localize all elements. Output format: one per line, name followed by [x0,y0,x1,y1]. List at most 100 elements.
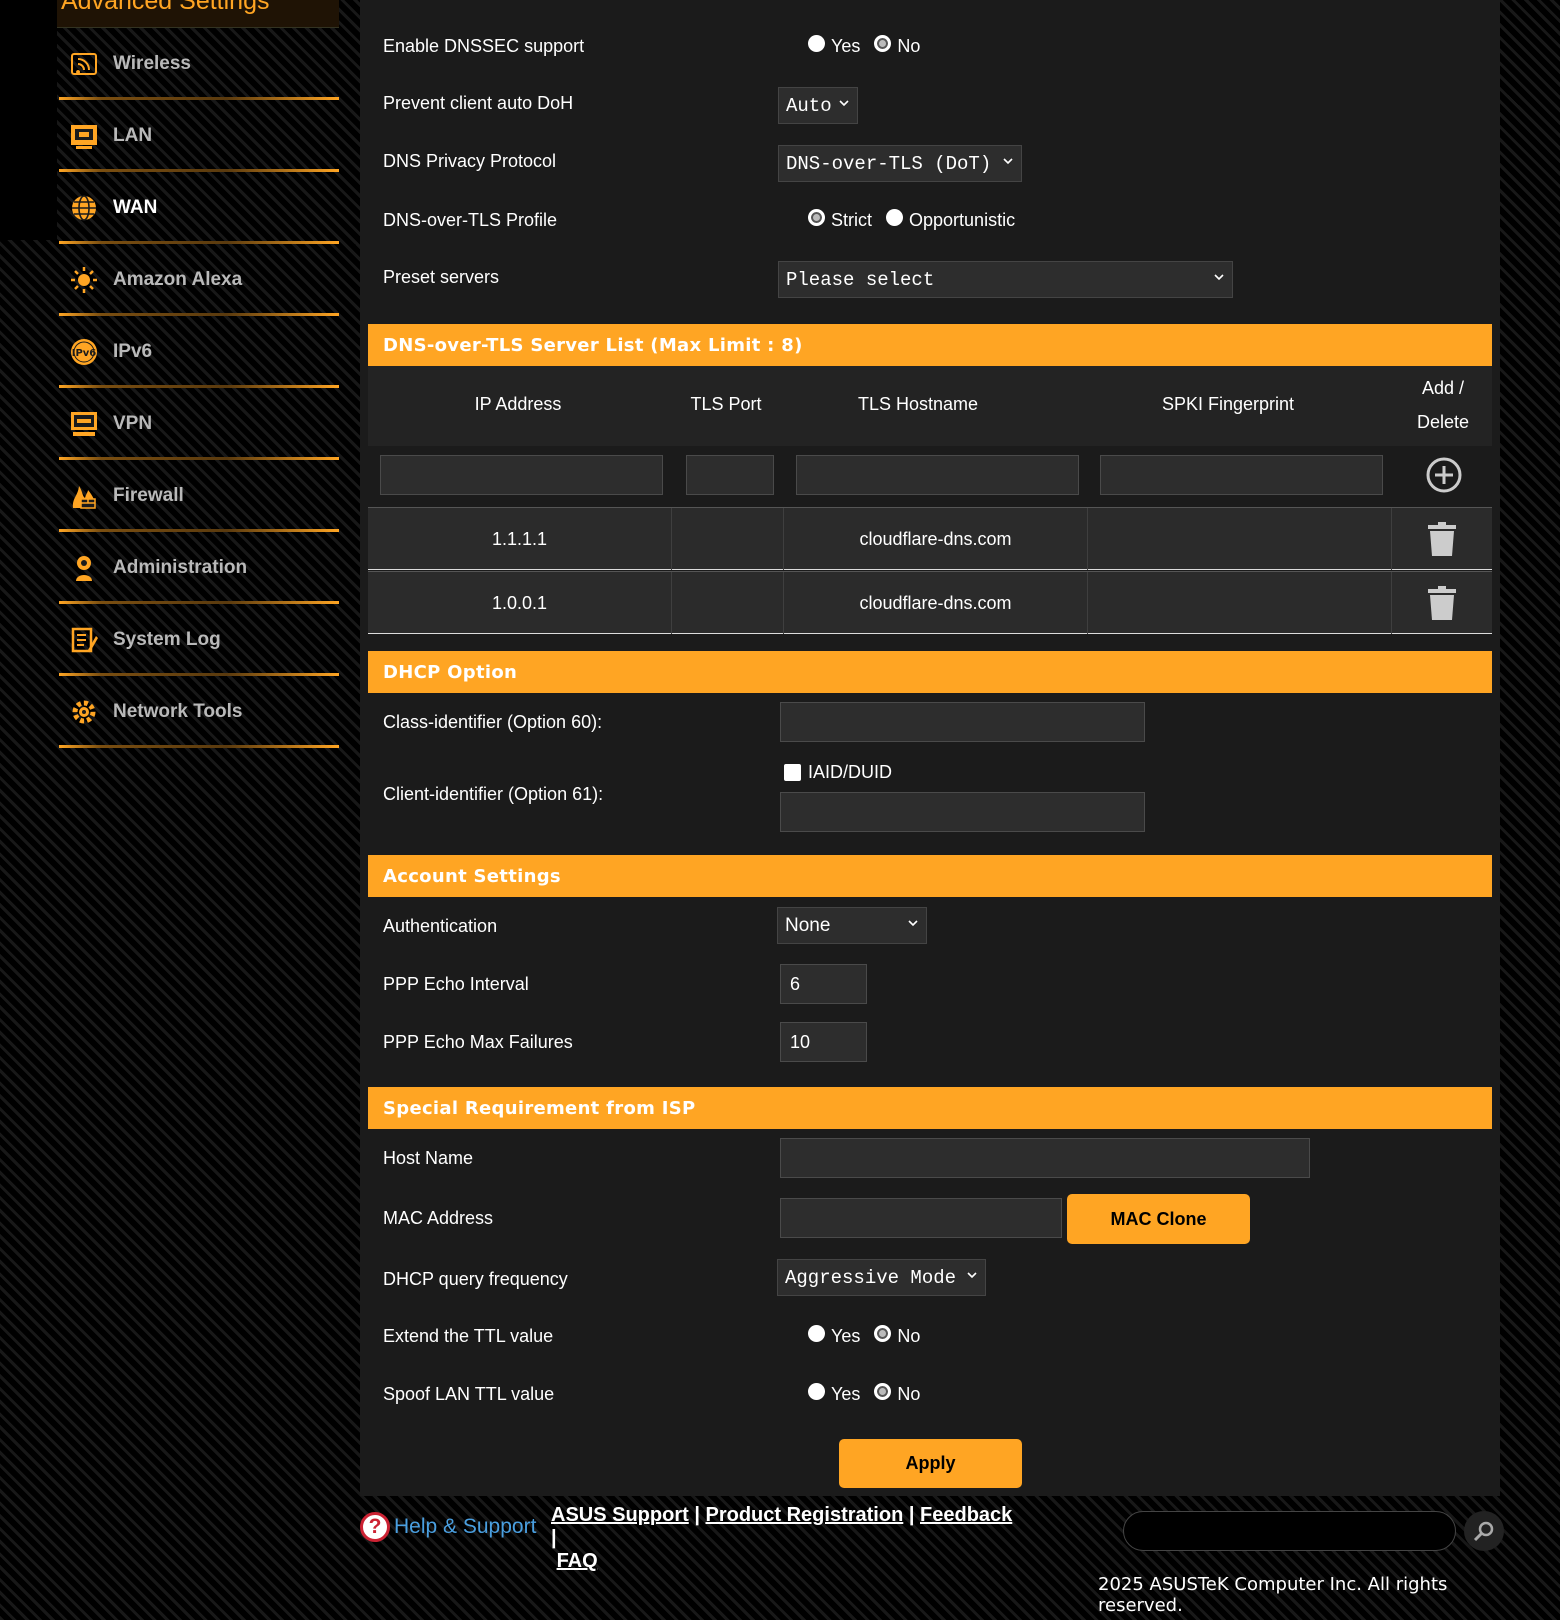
ppp-echo-max-failures-input[interactable]: 10 [780,1022,867,1062]
mac-clone-button[interactable]: MAC Clone [1067,1194,1250,1244]
asus-support-link[interactable]: ASUS Support [551,1504,689,1526]
extend-ttl-no-label: No [897,1326,921,1346]
new-spki-input[interactable] [1100,455,1383,495]
chevron-down-icon [1214,274,1224,281]
cell-spki [1088,508,1392,570]
account-settings-header: Account Settings [368,855,1492,897]
iaid-duid-option: IAID/DUID [784,762,892,783]
dnssec-yes-label: Yes [831,36,861,56]
preset-servers-select[interactable]: Please select [778,261,1233,298]
ppp-echo-interval-label: PPP Echo Interval [383,974,529,994]
help-and-support[interactable]: ? Help & Support [360,1512,536,1542]
opportunistic-radio[interactable] [886,209,904,226]
col-delete: Delete [1416,412,1470,432]
footer: ? Help & Support ASUS Support | Product … [360,1496,1504,1620]
apply-button[interactable]: Apply [839,1439,1022,1488]
cell-spki [1088,572,1392,634]
cell-port [672,572,784,634]
dnssec-no-radio[interactable] [874,35,892,52]
trash-icon [1428,522,1456,556]
help-support-link[interactable]: Help & Support [394,1515,536,1539]
spoof-ttl-no-radio[interactable] [874,1383,892,1400]
authentication-select[interactable]: None [777,907,927,944]
sidebar-item-network-tools[interactable]: Network Tools [57,676,339,748]
dnssec-yes-radio[interactable] [808,35,825,52]
doh-label: Prevent client auto DoH [383,93,574,113]
new-ip-input[interactable] [380,455,663,495]
cell-hostname: cloudflare-dns.com [784,572,1088,634]
table-row: 1.1.1.1 cloudflare-dns.com [368,507,1492,570]
dhcp-query-frequency-select[interactable]: Aggressive Mode [777,1259,986,1296]
iaid-duid-checkbox[interactable] [784,764,801,781]
mac-address-input[interactable] [780,1198,1062,1238]
sidebar-item-amazon-alexa[interactable]: Amazon Alexa [57,244,339,316]
privacy-select[interactable]: DNS-over-TLS (DoT) [778,145,1022,182]
extend-ttl-yes-label: Yes [831,1326,861,1346]
feedback-link[interactable]: Feedback [920,1504,1012,1526]
plus-circle-icon [1426,457,1462,493]
spoof-ttl-yes-radio[interactable] [808,1383,825,1400]
spoof-ttl-yes-label: Yes [831,1384,861,1404]
search-input[interactable] [1123,1511,1456,1551]
new-hostname-input[interactable] [796,455,1079,495]
system-log-icon [69,625,99,655]
sidebar: Advanced Settings Wireless LAN WAN Amazo… [57,0,339,748]
svg-text:IPv6: IPv6 [72,348,97,359]
chevron-down-icon [1003,158,1013,165]
advanced-settings-title: Advanced Settings [61,0,270,15]
dnssec-no-label: No [897,36,921,56]
globe-icon [69,193,99,223]
extend-ttl-yes-radio[interactable] [808,1325,825,1342]
extend-ttl-radio-group: Yes No [808,1325,934,1347]
mac-address-label: MAC Address [383,1208,494,1228]
preset-label: Preset servers [383,267,500,287]
sidebar-item-firewall[interactable]: Firewall [57,460,339,532]
sidebar-item-label: Wireless [113,53,191,74]
doh-select[interactable]: Auto [778,87,858,124]
trash-icon [1428,586,1456,620]
search-button[interactable] [1464,1511,1504,1551]
delete-entry-button[interactable] [1392,508,1492,570]
delete-entry-button[interactable] [1392,572,1492,634]
new-port-input[interactable] [686,455,774,495]
bg-mask [0,0,57,240]
product-registration-link[interactable]: Product Registration [706,1504,904,1526]
sidebar-item-label: IPv6 [113,341,153,362]
client-identifier-input[interactable] [780,792,1145,832]
sidebar-item-administration[interactable]: Administration [57,532,339,604]
sidebar-item-wan[interactable]: WAN [57,172,339,244]
host-name-input[interactable] [780,1138,1310,1178]
sidebar-item-label: System Log [113,629,221,650]
spoof-ttl-label: Spoof LAN TTL value [383,1384,555,1404]
client-identifier-label: Client-identifier (Option 61): [383,784,604,804]
strict-radio[interactable] [808,209,825,226]
ipv6-icon: IPv6 [69,337,99,367]
sidebar-item-label: LAN [113,125,153,146]
sidebar-item-lan[interactable]: LAN [57,100,339,172]
lan-icon [69,121,99,151]
strict-label: Strict [831,210,873,230]
alexa-icon [69,265,99,295]
dot-profile-row: DNS-over-TLS Profile Strict Opportunisti… [383,209,1483,234]
sidebar-item-label: Firewall [113,485,184,506]
col-ip-address: IP Address [474,394,562,414]
spoof-ttl-no-label: No [897,1384,921,1404]
authentication-label: Authentication [383,916,498,936]
dot-table-header: IP Address TLS Port TLS Hostname SPKI Fi… [368,366,1492,446]
dhcp-query-frequency-value: Aggressive Mode [785,1266,957,1289]
cell-ip: 1.0.0.1 [368,572,672,634]
ppp-echo-interval-input[interactable]: 6 [780,964,867,1004]
faq-link[interactable]: FAQ [557,1550,598,1572]
class-identifier-input[interactable] [780,702,1145,742]
cell-ip: 1.1.1.1 [368,508,672,570]
extend-ttl-no-radio[interactable] [874,1325,892,1342]
cell-hostname: cloudflare-dns.com [784,508,1088,570]
preset-select-value: Please select [786,268,935,291]
sidebar-item-wireless[interactable]: Wireless [57,28,339,100]
sidebar-item-system-log[interactable]: System Log [57,604,339,676]
sidebar-item-ipv6[interactable]: IPv6 IPv6 [57,316,339,388]
isp-requirement-header: Special Requirement from ISP [368,1087,1492,1129]
sidebar-item-vpn[interactable]: VPN [57,388,339,460]
add-entry-button[interactable] [1425,456,1463,499]
dnssec-radio-group: Yes No [808,35,934,57]
